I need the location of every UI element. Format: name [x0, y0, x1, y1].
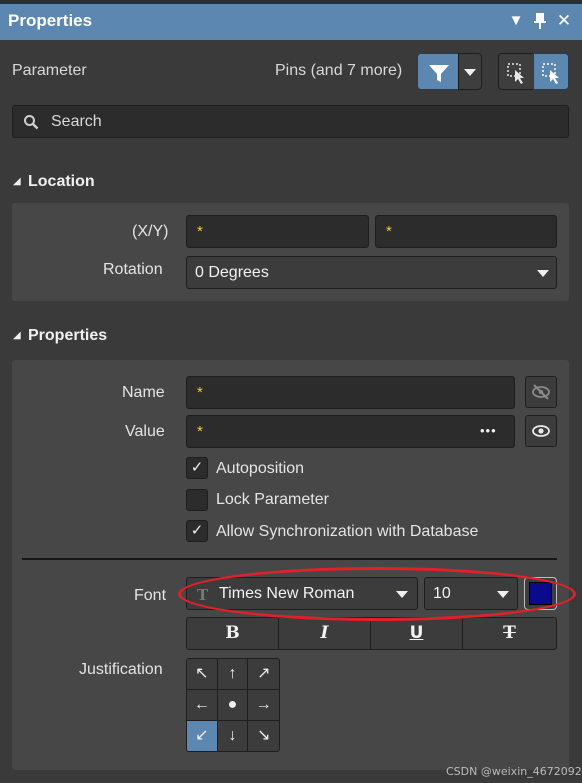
- value-label: Value: [125, 423, 165, 440]
- eye-hidden-icon: [532, 384, 550, 400]
- pin-icon[interactable]: [530, 10, 550, 32]
- font-family-dropdown[interactable]: T Times New Roman: [186, 577, 418, 610]
- panel-title-bar: Properties ▼ ✕: [0, 4, 582, 40]
- xy-label: (X/Y): [132, 223, 169, 240]
- font-label: Font: [134, 587, 167, 604]
- strikethrough-button[interactable]: T: [463, 618, 556, 649]
- allow-sync-checkbox[interactable]: ✓: [186, 520, 208, 542]
- rotation-dropdown[interactable]: 0 Degrees: [186, 256, 557, 289]
- font-color-picker[interactable]: [524, 577, 557, 610]
- search-box[interactable]: Search: [12, 105, 569, 138]
- justify-top-right[interactable]: ↗: [248, 659, 279, 690]
- justify-bottom-center[interactable]: ↓: [218, 721, 249, 751]
- cursor-select-icon: [542, 63, 559, 84]
- x-field[interactable]: *: [186, 215, 369, 248]
- close-icon[interactable]: ✕: [554, 10, 574, 32]
- y-field[interactable]: *: [375, 215, 557, 248]
- autoposition-label[interactable]: Autoposition: [216, 460, 304, 478]
- justify-center-right[interactable]: →: [248, 690, 279, 721]
- name-value: *: [197, 384, 203, 401]
- autoposition-checkbox[interactable]: ✓: [186, 457, 208, 479]
- filter-dropdown-button[interactable]: [458, 53, 482, 90]
- lock-parameter-label[interactable]: Lock Parameter: [216, 491, 329, 509]
- justify-center-left[interactable]: ←: [187, 690, 218, 721]
- y-value: *: [386, 223, 392, 240]
- underline-button[interactable]: U: [371, 618, 463, 649]
- justify-bottom-right[interactable]: ↘: [248, 721, 279, 751]
- font-size-dropdown[interactable]: 10: [424, 577, 518, 610]
- chevron-down-icon: [396, 591, 408, 598]
- value-value: *: [197, 423, 203, 440]
- chevron-down-icon: [537, 270, 549, 277]
- name-visibility-button[interactable]: [525, 376, 557, 408]
- truetype-font-icon: T: [197, 586, 209, 604]
- panel-title: Properties: [8, 11, 93, 30]
- filter-icon: [429, 65, 449, 82]
- collapse-triangle-icon[interactable]: ◢: [13, 330, 21, 341]
- value-field[interactable]: * •••: [186, 415, 515, 448]
- justify-bottom-left[interactable]: ↙: [187, 721, 218, 751]
- justification-label: Justification: [79, 661, 163, 678]
- lock-parameter-checkbox[interactable]: [186, 489, 208, 511]
- divider: [22, 558, 557, 560]
- bold-button[interactable]: B: [187, 618, 279, 649]
- select-cursor-button[interactable]: [533, 53, 569, 90]
- chevron-down-icon: [497, 591, 509, 598]
- value-visibility-button[interactable]: [525, 415, 557, 447]
- name-field[interactable]: *: [186, 376, 515, 409]
- font-color-swatch: [529, 582, 552, 605]
- properties-section-title[interactable]: Properties: [28, 327, 107, 345]
- collapse-triangle-icon[interactable]: ◢: [13, 176, 21, 187]
- font-family-value: Times New Roman: [219, 585, 355, 602]
- allow-sync-label[interactable]: Allow Synchronization with Database: [216, 523, 478, 541]
- x-value: *: [197, 223, 203, 240]
- chevron-down-icon: [464, 69, 476, 76]
- select-objects-button[interactable]: [498, 53, 534, 90]
- font-style-toolbar: B I U T: [186, 617, 557, 650]
- panel-menu-icon[interactable]: ▼: [506, 10, 526, 32]
- search-icon: [24, 115, 39, 130]
- name-label: Name: [122, 384, 165, 401]
- justify-top-left[interactable]: ↖: [187, 659, 218, 690]
- justification-grid: ↖ ↑ ↗ ← ● → ↙ ↓ ↘: [186, 658, 280, 752]
- eye-icon: [532, 425, 550, 437]
- italic-button[interactable]: I: [279, 618, 371, 649]
- location-section-title[interactable]: Location: [28, 173, 95, 191]
- justify-center[interactable]: ●: [217, 690, 249, 721]
- object-type-label: Parameter: [12, 62, 87, 79]
- rotation-label: Rotation: [103, 261, 163, 278]
- font-size-value: 10: [433, 585, 451, 602]
- watermark: CSDN @weixin_46720928: [446, 765, 582, 778]
- selection-summary: Pins (and 7 more): [275, 62, 403, 79]
- filter-button[interactable]: [417, 53, 459, 90]
- rotation-value: 0 Degrees: [195, 264, 269, 281]
- selection-cursor-icon: [507, 63, 524, 84]
- search-input[interactable]: Search: [51, 113, 102, 131]
- more-options-button[interactable]: •••: [480, 423, 497, 438]
- justify-top-center[interactable]: ↑: [217, 659, 249, 690]
